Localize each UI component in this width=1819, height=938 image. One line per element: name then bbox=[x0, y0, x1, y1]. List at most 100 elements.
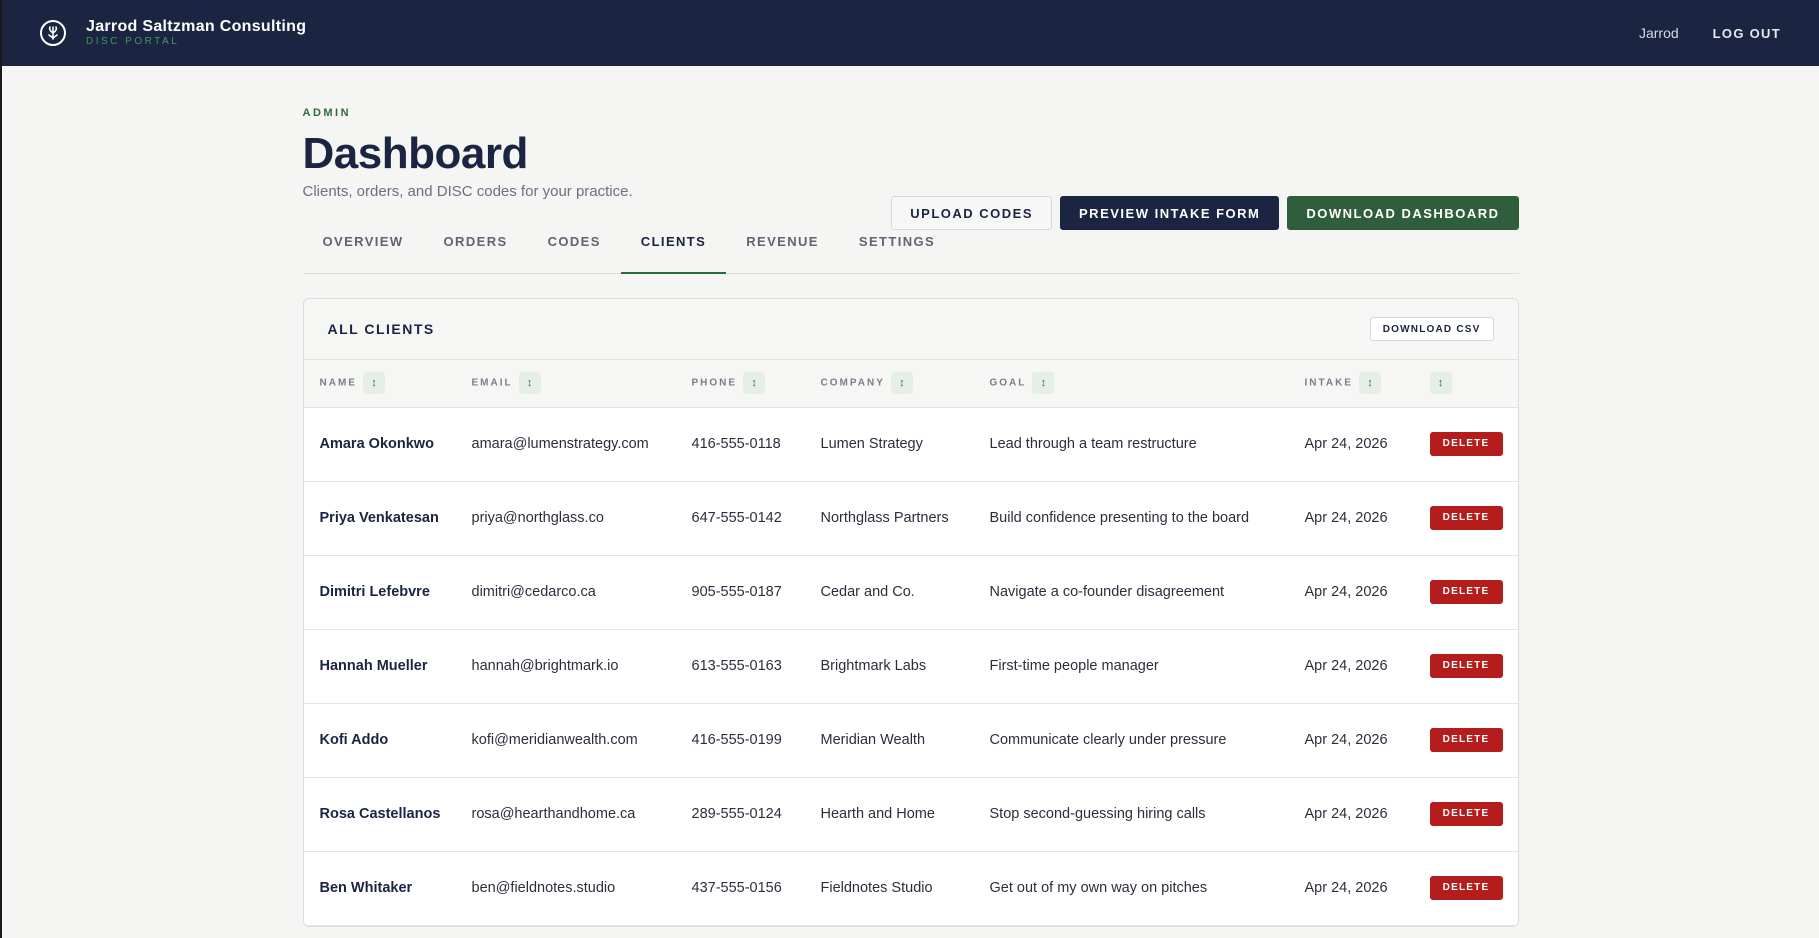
client-phone: 289-555-0124 bbox=[691, 806, 782, 822]
column-header-goal: GOAL ↕ bbox=[974, 360, 1289, 407]
client-phone: 613-555-0163 bbox=[691, 658, 782, 674]
table-row: Rosa Castellanos rosa@hearthandhome.ca 2… bbox=[303, 777, 1518, 851]
delete-button[interactable]: DELETE bbox=[1429, 432, 1503, 456]
client-goal: Communicate clearly under pressure bbox=[989, 732, 1227, 748]
clients-table: NAME ↕ EMAIL ↕ PHONE ↕ COMPANY ↕ GOAL ↕ INTAK… bbox=[303, 360, 1518, 926]
clients-card: ALL CLIENTS DOWNLOAD CSV NAME ↕ EMAIL ↕ PH… bbox=[302, 298, 1519, 927]
tab-overview[interactable]: OVERVIEW bbox=[303, 230, 424, 273]
tab-clients[interactable]: CLIENTS bbox=[620, 230, 727, 274]
column-header-actions: ↕ bbox=[1414, 360, 1518, 407]
client-intake: Apr 24, 2026 bbox=[1304, 510, 1388, 526]
table-row: Kofi Addo kofi@meridianwealth.com 416-55… bbox=[303, 703, 1518, 777]
client-company: Northglass Partners bbox=[820, 510, 949, 526]
delete-button[interactable]: DELETE bbox=[1429, 876, 1503, 900]
client-phone: 905-555-0187 bbox=[691, 584, 782, 600]
delete-button[interactable]: DELETE bbox=[1429, 506, 1503, 530]
client-company: Hearth and Home bbox=[820, 806, 935, 822]
sort-icon[interactable]: ↕ bbox=[362, 372, 385, 395]
download-dashboard-button[interactable]: DOWNLOAD DASHBOARD bbox=[1287, 196, 1519, 230]
upload-codes-button[interactable]: UPLOAD CODES bbox=[891, 196, 1053, 230]
top-bar: Jarrod Saltzman Consulting DISC PORTAL J… bbox=[2, 0, 1819, 66]
client-company: Meridian Wealth bbox=[820, 732, 926, 748]
delete-button[interactable]: DELETE bbox=[1429, 654, 1503, 678]
delete-button[interactable]: DELETE bbox=[1429, 728, 1503, 752]
client-intake: Apr 24, 2026 bbox=[1304, 658, 1388, 674]
client-name: Dimitri Lefebvre bbox=[319, 584, 430, 600]
table-row: Dimitri Lefebvre dimitri@cedarco.ca 905-… bbox=[303, 555, 1518, 629]
sort-icon[interactable]: ↕ bbox=[518, 372, 541, 395]
client-email: ben@fieldnotes.studio bbox=[471, 880, 616, 896]
page-title: Dashboard bbox=[302, 129, 529, 178]
delete-button[interactable]: DELETE bbox=[1429, 580, 1503, 604]
tab-revenue[interactable]: REVENUE bbox=[726, 230, 839, 273]
sort-icon[interactable]: ↕ bbox=[1429, 372, 1452, 395]
client-intake: Apr 24, 2026 bbox=[1304, 732, 1388, 748]
client-name: Hannah Mueller bbox=[319, 658, 428, 674]
client-phone: 647-555-0142 bbox=[691, 510, 782, 526]
client-goal: First-time people manager bbox=[989, 658, 1159, 674]
client-goal: Build confidence presenting to the board bbox=[989, 510, 1250, 526]
sort-icon[interactable]: ↕ bbox=[1358, 372, 1381, 395]
client-intake: Apr 24, 2026 bbox=[1304, 584, 1388, 600]
row-actions: DELETE bbox=[1414, 629, 1518, 703]
tab-bar: OVERVIEW ORDERS CODES CLIENTS REVENUE SE… bbox=[302, 230, 1519, 274]
client-email: rosa@hearthandhome.ca bbox=[471, 806, 636, 822]
client-intake: Apr 24, 2026 bbox=[1304, 806, 1388, 822]
client-company: Lumen Strategy bbox=[820, 436, 923, 452]
table-row: Ben Whitaker ben@fieldnotes.studio 437-5… bbox=[303, 851, 1518, 925]
brand-logo-icon[interactable] bbox=[40, 20, 66, 46]
brand-subtitle: DISC PORTAL bbox=[86, 36, 180, 47]
client-name: Ben Whitaker bbox=[319, 880, 413, 896]
sort-icon[interactable]: ↕ bbox=[743, 372, 766, 395]
client-phone: 416-555-0118 bbox=[691, 436, 781, 452]
table-row: Amara Okonkwo amara@lumenstrategy.com 41… bbox=[303, 407, 1518, 481]
sort-icon[interactable]: ↕ bbox=[890, 372, 913, 395]
client-goal: Stop second-guessing hiring calls bbox=[989, 806, 1206, 822]
client-goal: Get out of my own way on pitches bbox=[989, 880, 1208, 896]
client-company: Brightmark Labs bbox=[820, 658, 927, 674]
table-row: Hannah Mueller hannah@brightmark.io 613-… bbox=[303, 629, 1518, 703]
column-header-email: EMAIL ↕ bbox=[456, 360, 676, 407]
row-actions: DELETE bbox=[1414, 481, 1518, 555]
column-header-name: NAME ↕ bbox=[304, 360, 456, 407]
client-name: Amara Okonkwo bbox=[319, 436, 434, 452]
delete-button[interactable]: DELETE bbox=[1429, 802, 1503, 826]
row-actions: DELETE bbox=[1414, 555, 1518, 629]
sort-icon[interactable]: ↕ bbox=[1032, 372, 1055, 395]
page-actions: UPLOAD CODES PREVIEW INTAKE FORM DOWNLOA… bbox=[891, 196, 1519, 230]
brand: Jarrod Saltzman Consulting DISC PORTAL bbox=[86, 18, 306, 48]
clients-card-title: ALL CLIENTS bbox=[327, 321, 435, 337]
preview-intake-form-button[interactable]: PREVIEW INTAKE FORM bbox=[1060, 196, 1280, 230]
table-row: Priya Venkatesan priya@northglass.co 647… bbox=[303, 481, 1518, 555]
brand-name: Jarrod Saltzman Consulting bbox=[86, 18, 307, 35]
client-email: kofi@meridianwealth.com bbox=[471, 732, 638, 748]
client-company: Fieldnotes Studio bbox=[820, 880, 933, 896]
tab-codes[interactable]: CODES bbox=[528, 230, 621, 273]
client-email: hannah@brightmark.io bbox=[471, 658, 619, 674]
top-right: Jarrod LOG OUT bbox=[1639, 25, 1781, 41]
client-email: amara@lumenstrategy.com bbox=[471, 436, 649, 452]
row-actions: DELETE bbox=[1414, 777, 1518, 851]
client-name: Kofi Addo bbox=[319, 732, 389, 748]
tab-orders[interactable]: ORDERS bbox=[424, 230, 528, 273]
page-eyebrow: ADMIN bbox=[302, 107, 352, 119]
client-email: priya@northglass.co bbox=[471, 510, 604, 526]
row-actions: DELETE bbox=[1414, 851, 1518, 925]
row-actions: DELETE bbox=[1414, 703, 1518, 777]
client-goal: Navigate a co-founder disagreement bbox=[989, 584, 1225, 600]
column-header-phone: PHONE ↕ bbox=[676, 360, 805, 407]
download-csv-button[interactable]: DOWNLOAD CSV bbox=[1369, 317, 1494, 341]
row-actions: DELETE bbox=[1414, 407, 1518, 481]
logout-button[interactable]: LOG OUT bbox=[1713, 26, 1781, 41]
main-content: ADMIN Dashboard Clients, orders, and DIS… bbox=[302, 66, 1519, 927]
client-company: Cedar and Co. bbox=[820, 584, 915, 600]
clients-card-header: ALL CLIENTS DOWNLOAD CSV bbox=[303, 299, 1518, 360]
table-header-row: NAME ↕ EMAIL ↕ PHONE ↕ COMPANY ↕ GOAL ↕ INTAK… bbox=[303, 360, 1518, 407]
tab-settings[interactable]: SETTINGS bbox=[839, 230, 955, 273]
client-intake: Apr 24, 2026 bbox=[1304, 880, 1388, 896]
client-phone: 416-555-0199 bbox=[691, 732, 782, 748]
client-email: dimitri@cedarco.ca bbox=[471, 584, 596, 600]
column-header-intake: INTAKE ↕ bbox=[1289, 360, 1414, 407]
current-user: Jarrod bbox=[1638, 25, 1679, 41]
client-goal: Lead through a team restructure bbox=[989, 436, 1197, 452]
